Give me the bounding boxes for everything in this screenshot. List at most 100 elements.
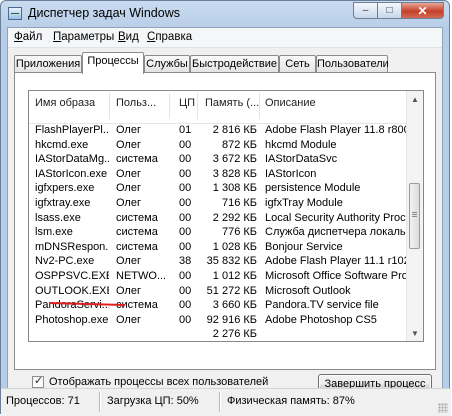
description-cell: Служба диспетчера локальных bbox=[265, 226, 407, 239]
column-divider[interactable] bbox=[169, 93, 170, 119]
column-divider[interactable] bbox=[109, 93, 110, 119]
tab-network[interactable]: Сеть bbox=[279, 55, 316, 73]
tab-performance[interactable]: Быстродействие bbox=[190, 55, 279, 73]
tab-services[interactable]: Службы bbox=[144, 55, 190, 73]
memory-cell: 3 828 КБ bbox=[212, 167, 257, 180]
scrollbar-thumb[interactable] bbox=[409, 183, 420, 249]
image-name-cell: IAStorDataMg... bbox=[35, 153, 109, 166]
table-row[interactable]: Nv2-PC.exe Олег 38 35 832 КБ Adobe Flash Pla… bbox=[29, 254, 408, 270]
table-row[interactable]: 2 276 КБ bbox=[29, 327, 408, 341]
image-name-cell: igfxpers.exe bbox=[35, 182, 95, 195]
menu-help-label: правка bbox=[155, 31, 193, 43]
table-row[interactable]: IAStorDataMg... система 00 3 672 КБ IAStorDa… bbox=[29, 152, 408, 168]
column-divider[interactable] bbox=[197, 93, 198, 119]
processes-panel: Имя образа Польз... ЦП Память (... Описа… bbox=[14, 72, 436, 370]
description-cell: Microsoft Outlook bbox=[265, 284, 351, 297]
status-process-count: Процессов: 71 bbox=[6, 395, 80, 407]
column-memory[interactable]: Память (... bbox=[205, 97, 259, 109]
image-name-cell: lsass.exe bbox=[35, 211, 81, 224]
memory-cell: 776 КБ bbox=[221, 226, 257, 239]
task-manager-window: Диспетчер задач Windows – □ ✕ Файл Парам… bbox=[0, 0, 451, 416]
memory-cell: 3 660 КБ bbox=[212, 299, 257, 312]
menu-file-label: айл bbox=[22, 31, 43, 43]
image-name-cell: igfxtray.exe bbox=[35, 197, 91, 209]
title-bar[interactable]: Диспетчер задач Windows – □ ✕ bbox=[1, 1, 449, 27]
table-row[interactable]: FlashPlayerPl... Олег 01 2 816 КБ Adobe Flas… bbox=[29, 123, 408, 139]
status-bar: Процессов: 71 Загрузка ЦП: 50% Физическа… bbox=[1, 388, 451, 416]
maximize-button[interactable]: □ bbox=[377, 2, 402, 19]
cpu-cell: 00 bbox=[179, 167, 192, 180]
process-list[interactable]: Имя образа Польз... ЦП Память (... Описа… bbox=[28, 90, 424, 342]
menu-file[interactable]: Файл bbox=[14, 31, 42, 43]
table-row[interactable]: lsm.exe система 00 776 КБ Служба диспетчера … bbox=[29, 225, 408, 241]
image-name-cell: OSPPSVC.EXE bbox=[35, 270, 109, 282]
table-row[interactable]: Photoshop.exe Олег 00 92 916 КБ Adobe Photos… bbox=[29, 313, 408, 329]
memory-cell: 1 308 КБ bbox=[212, 182, 257, 195]
table-row[interactable]: OSPPSVC.EXE NETWO... 00 1 012 КБ Microsoft O… bbox=[29, 269, 408, 285]
status-divider bbox=[219, 392, 220, 412]
table-row[interactable]: PandoraServi... система 00 3 660 КБ Pandora.… bbox=[29, 298, 408, 314]
cpu-cell: 00 bbox=[179, 226, 192, 239]
column-description[interactable]: Описание bbox=[265, 97, 316, 109]
show-all-users-checkbox[interactable] bbox=[32, 374, 44, 388]
memory-cell: 2 276 КБ bbox=[212, 328, 257, 341]
vertical-scrollbar[interactable]: ▲ ▼ bbox=[406, 91, 423, 341]
menu-options[interactable]: Параметры bbox=[53, 31, 114, 43]
user-cell: Олег bbox=[116, 138, 141, 151]
show-all-users-option[interactable]: Отображать процессы всех пользователей bbox=[32, 374, 268, 389]
column-cpu[interactable]: ЦП bbox=[179, 97, 195, 109]
image-name-cell: IAStorIcon.exe bbox=[35, 167, 108, 180]
table-row[interactable]: OUTLOOK.EXE Олег 00 51 272 КБ Microsoft Outl… bbox=[29, 284, 408, 300]
memory-cell: 51 272 КБ bbox=[206, 284, 257, 297]
scroll-down-arrow-icon[interactable]: ▼ bbox=[407, 325, 423, 341]
tab-applications[interactable]: Приложения bbox=[14, 55, 82, 73]
column-divider[interactable] bbox=[259, 93, 260, 119]
description-cell: hkcmd Module bbox=[265, 138, 337, 151]
memory-cell: 35 832 КБ bbox=[206, 255, 257, 268]
minimize-button[interactable]: – bbox=[353, 2, 378, 19]
menu-view[interactable]: Вид bbox=[118, 31, 139, 43]
cpu-cell: 01 bbox=[179, 124, 192, 136]
status-divider bbox=[99, 392, 100, 412]
memory-cell: 2 816 КБ bbox=[212, 124, 257, 136]
status-cpu-usage: Загрузка ЦП: 50% bbox=[107, 395, 199, 407]
user-cell: Олег bbox=[116, 124, 141, 136]
image-name-cell: FlashPlayerPl... bbox=[35, 124, 109, 136]
cpu-cell: 00 bbox=[179, 182, 192, 195]
cpu-cell: 00 bbox=[179, 313, 192, 326]
table-row[interactable]: igfxtray.exe Олег 00 716 КБ igfxTray Module bbox=[29, 196, 408, 212]
table-row[interactable]: IAStorIcon.exe Олег 00 3 828 КБ IAStorIcon bbox=[29, 167, 408, 183]
cpu-cell: 00 bbox=[179, 270, 192, 282]
window-controls: – □ ✕ bbox=[353, 2, 444, 19]
description-cell: persistence Module bbox=[265, 182, 361, 195]
description-cell: IAStorIcon bbox=[265, 167, 317, 180]
menu-bar: Файл Параметры Вид Справка bbox=[8, 28, 442, 48]
client-area: Файл Параметры Вид Справка Приложения Пр… bbox=[7, 27, 443, 407]
tab-processes[interactable]: Процессы bbox=[82, 52, 144, 74]
description-cell: Microsoft Office Software Protect bbox=[265, 270, 407, 282]
menu-options-label: араметры bbox=[61, 31, 115, 43]
table-row[interactable]: hkcmd.exe Олег 00 872 КБ hkcmd Module bbox=[29, 138, 408, 154]
table-row[interactable]: mDNSRespon... система 00 1 028 КБ Bonjour Se… bbox=[29, 240, 408, 256]
description-cell: Local Security Authority Process bbox=[265, 211, 407, 224]
description-cell: Adobe Photoshop CS5 bbox=[265, 313, 377, 326]
table-row[interactable]: igfxpers.exe Олег 00 1 308 КБ persistence Mo… bbox=[29, 181, 408, 197]
window-title: Диспетчер задач Windows bbox=[28, 6, 180, 20]
menu-view-accel: В bbox=[118, 31, 126, 43]
user-cell: Олег bbox=[116, 167, 141, 180]
user-cell: Олег bbox=[116, 255, 141, 268]
resize-grip-icon[interactable] bbox=[438, 403, 448, 413]
memory-cell: 872 КБ bbox=[221, 138, 257, 151]
description-cell: Pandora.TV service file bbox=[265, 299, 379, 312]
tab-users[interactable]: Пользователи bbox=[316, 55, 389, 73]
scroll-up-arrow-icon[interactable]: ▲ bbox=[407, 91, 423, 107]
cpu-cell: 00 bbox=[179, 153, 192, 166]
column-user[interactable]: Польз... bbox=[116, 97, 156, 109]
cpu-cell: 00 bbox=[179, 284, 192, 297]
cpu-cell: 00 bbox=[179, 299, 192, 312]
table-row[interactable]: lsass.exe система 00 2 292 КБ Local Security… bbox=[29, 211, 408, 227]
column-image-name[interactable]: Имя образа bbox=[35, 97, 95, 109]
menu-help[interactable]: Справка bbox=[147, 31, 192, 43]
maximize-icon: □ bbox=[386, 5, 393, 16]
close-button[interactable]: ✕ bbox=[401, 2, 444, 19]
